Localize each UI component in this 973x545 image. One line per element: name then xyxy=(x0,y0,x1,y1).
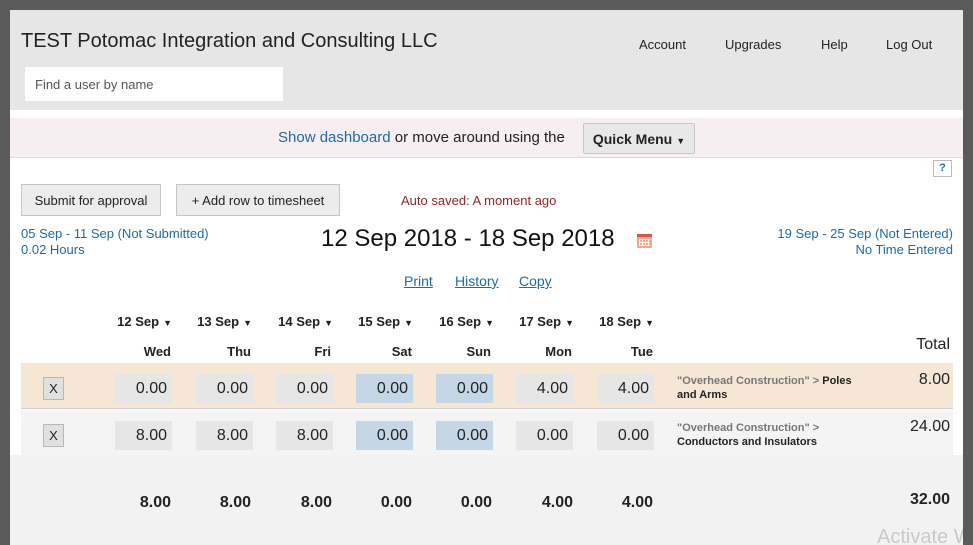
row-divider xyxy=(21,408,953,409)
user-search-input[interactable] xyxy=(25,67,283,101)
project-name: "Overhead Construction" xyxy=(677,422,810,434)
company-name: TEST Potomac Integration and Consulting … xyxy=(21,30,438,52)
hours-cell[interactable] xyxy=(196,374,253,403)
quick-bar-text: Show dashboard or move around using the xyxy=(278,129,565,146)
chevron-down-icon: ▼ xyxy=(676,135,686,146)
task-name: Conductors and Insulators xyxy=(677,436,817,448)
autosave-status: Auto saved: A moment ago xyxy=(401,193,557,208)
row-total: 8.00 xyxy=(918,371,950,388)
show-dashboard-link[interactable]: Show dashboard xyxy=(278,129,391,146)
hours-cell[interactable] xyxy=(516,374,573,403)
previous-week-range: 05 Sep - 11 Sep (Not Submitted) xyxy=(21,226,209,241)
day-name: Sun xyxy=(466,344,491,359)
day-header-fri[interactable]: 14 Sep ▼ xyxy=(253,314,333,329)
day-name: Wed xyxy=(143,344,171,359)
activation-watermark: Activate W xyxy=(877,526,963,545)
previous-week-link[interactable]: 05 Sep - 11 Sep (Not Submitted) 0.02 Hou… xyxy=(21,226,209,258)
day-header-sun[interactable]: 16 Sep ▼ xyxy=(414,314,494,329)
quick-menu-label: Quick Menu xyxy=(592,130,673,147)
remove-row-button[interactable]: X xyxy=(43,377,64,400)
nav-logout-link[interactable]: Log Out xyxy=(886,37,932,52)
breadcrumb-separator: > xyxy=(812,375,820,387)
hours-cell[interactable] xyxy=(436,374,493,403)
next-week-link[interactable]: 19 Sep - 25 Sep (Not Entered) No Time En… xyxy=(777,226,953,258)
nav-account-link[interactable]: Account xyxy=(639,37,686,52)
current-week-title: 12 Sep 2018 - 18 Sep 2018 xyxy=(321,225,615,252)
column-total: 4.00 xyxy=(541,494,573,511)
task-label: "Overhead Construction" > Conductors and… xyxy=(677,421,877,449)
nav-help-link[interactable]: Help xyxy=(821,37,848,52)
hours-cell[interactable] xyxy=(276,421,333,450)
column-total: 8.00 xyxy=(219,494,251,511)
row-total: 24.00 xyxy=(909,418,950,435)
hours-cell[interactable] xyxy=(436,421,493,450)
hours-cell[interactable] xyxy=(356,374,413,403)
day-header-mon[interactable]: 17 Sep ▼ xyxy=(494,314,574,329)
quick-bar: Show dashboard or move around using the … xyxy=(10,118,963,158)
remove-row-button[interactable]: X xyxy=(43,424,64,447)
day-name: Sat xyxy=(391,344,412,359)
day-header-tue[interactable]: 18 Sep ▼ xyxy=(574,314,654,329)
total-header: Total xyxy=(916,336,950,353)
day-name: Tue xyxy=(630,344,653,359)
hours-cell[interactable] xyxy=(115,374,172,403)
next-week-hours: No Time Entered xyxy=(855,242,953,257)
quick-menu-button[interactable]: Quick Menu ▼ xyxy=(583,123,695,154)
header: TEST Potomac Integration and Consulting … xyxy=(10,10,963,110)
submit-for-approval-button[interactable]: Submit for approval xyxy=(21,184,161,216)
column-total: 8.00 xyxy=(300,494,332,511)
day-header-wed[interactable]: 12 Sep ▼ xyxy=(92,314,172,329)
hours-cell[interactable] xyxy=(597,374,654,403)
print-link[interactable]: Print xyxy=(404,273,433,289)
day-name: Mon xyxy=(545,344,572,359)
hours-cell[interactable] xyxy=(196,421,253,450)
grand-total: 32.00 xyxy=(909,491,950,508)
calendar-icon[interactable] xyxy=(637,234,652,248)
history-link[interactable]: History xyxy=(455,273,499,289)
app-window: TEST Potomac Integration and Consulting … xyxy=(10,10,963,545)
column-total: 8.00 xyxy=(139,494,171,511)
day-header-sat[interactable]: 15 Sep ▼ xyxy=(333,314,413,329)
previous-week-hours: 0.02 Hours xyxy=(21,242,85,257)
breadcrumb-separator: > xyxy=(812,422,820,434)
column-total: 0.00 xyxy=(380,494,412,511)
hours-cell[interactable] xyxy=(597,421,654,450)
quick-bar-message: or move around using the xyxy=(394,129,565,146)
day-header-thu[interactable]: 13 Sep ▼ xyxy=(172,314,252,329)
task-label: "Overhead Construction" > Poles and Arms xyxy=(677,374,872,402)
add-row-button[interactable]: + Add row to timesheet xyxy=(176,184,340,216)
hours-cell[interactable] xyxy=(356,421,413,450)
hours-cell[interactable] xyxy=(516,421,573,450)
nav-upgrades-link[interactable]: Upgrades xyxy=(725,37,781,52)
day-name: Fri xyxy=(314,344,331,359)
day-name: Thu xyxy=(227,344,251,359)
help-button[interactable]: ? xyxy=(933,160,952,177)
copy-link[interactable]: Copy xyxy=(519,273,552,289)
next-week-range: 19 Sep - 25 Sep (Not Entered) xyxy=(777,226,953,241)
project-name: "Overhead Construction" xyxy=(677,375,810,387)
hours-cell[interactable] xyxy=(276,374,333,403)
column-total: 4.00 xyxy=(621,494,653,511)
column-total: 0.00 xyxy=(460,494,492,511)
hours-cell[interactable] xyxy=(115,421,172,450)
